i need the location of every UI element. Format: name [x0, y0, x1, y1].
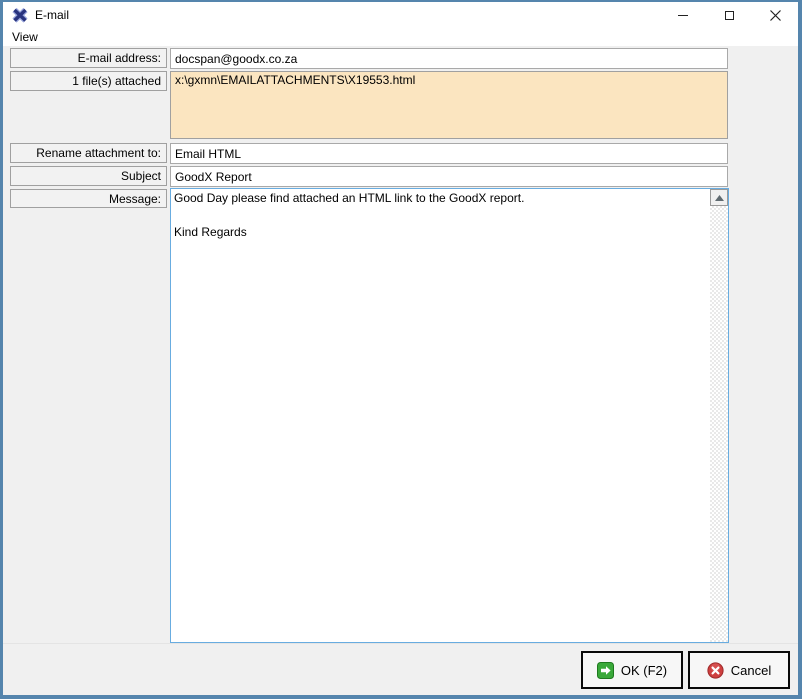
window-title: E-mail: [35, 8, 70, 22]
email-address-label: E-mail address:: [10, 48, 167, 68]
subject-input[interactable]: [170, 166, 728, 187]
form-area: E-mail address: 1 file(s) attached x:\gx…: [3, 46, 798, 695]
maximize-button[interactable]: [706, 2, 752, 28]
email-dialog: E-mail View E-mail address: 1 file(s) at…: [0, 0, 802, 699]
rename-attachment-input[interactable]: [170, 143, 728, 164]
maximize-icon: [724, 10, 734, 20]
minimize-button[interactable]: [660, 2, 706, 28]
message-scrollbar: [710, 189, 728, 642]
message-label: Message:: [10, 189, 167, 208]
scroll-up-button[interactable]: [710, 189, 728, 206]
ok-button-label: OK (F2): [620, 662, 668, 678]
close-icon: [769, 9, 781, 21]
app-icon: [12, 7, 28, 23]
close-button[interactable]: [752, 2, 798, 28]
button-bar: OK (F2) Cancel: [3, 643, 798, 695]
scrollbar-track[interactable]: [710, 206, 728, 642]
attachments-box[interactable]: x:\gxmn\EMAILATTACHMENTS\X19553.html: [170, 71, 728, 139]
up-arrow-icon: [714, 194, 724, 201]
menubar: View: [3, 28, 798, 46]
cancel-cross-icon: [707, 661, 724, 679]
message-box[interactable]: Good Day please find attached an HTML li…: [170, 188, 729, 643]
cancel-button-label: Cancel: [730, 662, 772, 678]
email-address-input[interactable]: [170, 48, 728, 69]
subject-label: Subject: [10, 166, 167, 186]
rename-attachment-label: Rename attachment to:: [10, 143, 167, 163]
cancel-button[interactable]: Cancel: [688, 651, 790, 689]
message-text[interactable]: Good Day please find attached an HTML li…: [174, 190, 706, 640]
window-controls: [660, 2, 798, 28]
ok-arrow-icon: [596, 661, 614, 679]
ok-button[interactable]: OK (F2): [581, 651, 683, 689]
titlebar: E-mail: [3, 2, 798, 28]
minimize-icon: [678, 14, 688, 16]
attachments-label: 1 file(s) attached: [10, 71, 167, 91]
menu-view[interactable]: View: [3, 30, 44, 44]
